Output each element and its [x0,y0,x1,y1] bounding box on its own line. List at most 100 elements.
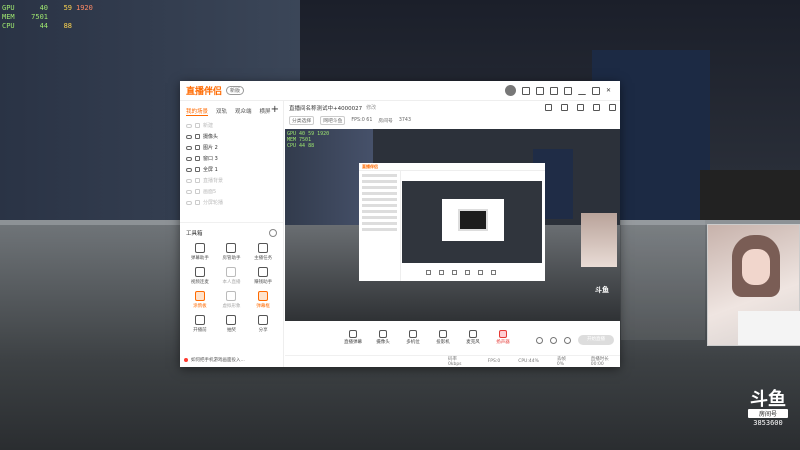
tool-item[interactable]: 开播前 [184,315,216,333]
tool-icon [194,315,205,325]
visibility-eye-icon[interactable] [186,145,192,150]
scene-name: 窗口 3 [203,156,218,162]
bottom-tool-icon [469,330,477,338]
help-notice[interactable]: 如何把手机游戏画面投入... [184,357,245,363]
toolbox-more-icon[interactable] [269,229,277,237]
tool-item[interactable]: 弹幕助手 [184,243,216,261]
tool-icon [258,243,269,253]
room-tag[interactable]: 网吧斗鱼 [320,115,346,125]
lock-icon[interactable] [195,200,200,205]
maximize-icon[interactable] [592,86,600,95]
room-info-item: 房间号 [378,118,393,124]
preview-douyu-logo: 斗鱼 [595,286,609,294]
room-tag[interactable]: 分类选择 [289,115,315,125]
settings-icon[interactable] [536,86,544,95]
background-building-far [700,170,800,220]
toolbox-grid: 弹幕助手 房管助手 主播任务视频连麦 本人直播 赚钱助手涂鸦板 虚拟形象 弹幕框开播前 抽奖 分… [180,241,283,335]
tool-item[interactable]: 涂鸦板 [184,291,216,309]
lock-icon[interactable] [545,104,552,111]
notification-icon[interactable] [593,104,600,111]
visibility-eye-icon[interactable] [186,178,192,183]
close-icon[interactable]: ✕ [606,87,614,95]
bottom-tool-button[interactable]: 摄像头 [373,330,393,345]
scene-item[interactable]: 摄像头 [180,131,283,142]
hardware-label: GPU [2,4,15,12]
lock-icon[interactable] [195,156,200,161]
bottom-toolbar: 直播弹幕 摄像头 多机位 投影机 麦克风 扬声器 开始直播 [285,323,620,345]
scene-item[interactable]: 直播背景 [180,175,283,186]
tool-label: 弹幕框 [256,304,270,309]
mic-toggle-icon[interactable] [550,336,557,344]
tool-item[interactable]: 分享 [247,315,279,333]
room-info-item: 3743 [398,117,412,123]
minimize-icon[interactable] [578,87,586,95]
mail-icon[interactable] [522,86,530,95]
tool-item[interactable]: 赚钱助手 [247,267,279,285]
settings-gear-icon[interactable] [564,336,571,344]
tool-item[interactable]: 主播任务 [247,243,279,261]
scene-item[interactable]: 全屏 1 [180,164,283,175]
hardware-value: 59 [63,4,72,12]
tool-label: 视频连麦 [190,280,209,285]
menu-icon[interactable] [564,86,572,95]
camera-toggle-icon[interactable] [536,336,543,344]
skin-icon[interactable] [550,86,558,95]
preview-camera-feed [581,213,617,267]
bottom-tool-button[interactable]: 直播弹幕 [343,330,363,345]
add-scene-icon[interactable]: + [271,104,279,115]
sidebar-tab[interactable]: 观众端 [235,107,252,116]
tool-label: 抽奖 [226,328,236,333]
sidebar-tab[interactable]: 横屏 [260,107,271,116]
share-icon[interactable] [609,104,616,111]
scene-item[interactable]: 新建 [180,120,283,131]
scene-item[interactable]: 窗口 3 [180,153,283,164]
tool-label: 分享 [258,328,268,333]
camera-person-face [742,249,770,285]
bottom-tool-button[interactable]: 扬声器 [493,330,513,345]
record-icon[interactable] [577,104,584,111]
lock-icon[interactable] [195,178,200,183]
main-content: 直播间名称测试中+4000027 修改 分类选择 网吧斗鱼 FPS:0 61 房间号 3… [285,101,620,367]
visibility-eye-icon[interactable] [186,156,192,161]
start-live-button[interactable]: 开始直播 [578,335,614,345]
bottom-tool-button[interactable]: 麦克风 [463,330,483,345]
sidebar-tab[interactable]: 双轨 [216,107,227,116]
tool-item[interactable]: 房管助手 [216,243,248,261]
lock-icon[interactable] [195,167,200,172]
tool-item[interactable]: 视频连麦 [184,267,216,285]
lock-icon[interactable] [195,134,200,139]
tool-item[interactable]: 抽奖 [216,315,248,333]
tool-item[interactable]: 本人直播 [216,267,248,285]
title-bar: 直播伴侣 新版 ✕ [180,81,620,101]
hardware-value: 88 [63,22,72,30]
lock-icon[interactable] [195,123,200,128]
visibility-eye-icon[interactable] [186,189,192,194]
stream-preview[interactable]: GPU 40 59 1920 MEM 7501 CPU 44 88 直播伴侣 斗鱼 [285,129,620,321]
bottom-tool-button[interactable]: 多机位 [403,330,423,345]
scene-list: 新建 摄像头 图片 2 窗口 3 全屏 1 直播背景 画面5 分屏轮播 [180,120,283,208]
bottom-tool-button[interactable]: 投影机 [433,330,453,345]
version-badge[interactable]: 新版 [226,86,245,95]
bottom-tool-icon [439,330,447,338]
visibility-eye-icon[interactable] [186,123,192,128]
tool-icon [226,267,237,277]
tool-icon [258,291,269,301]
hardware-monitor-overlay: GPU 40 59 1920 MEM 7501 CPU 44 88 [2,4,122,31]
visibility-eye-icon[interactable] [186,200,192,205]
nested-sidebar [359,171,401,281]
scene-item[interactable]: 画面5 [180,186,283,197]
screenshot-icon[interactable] [561,104,568,111]
tool-item[interactable]: 虚拟形象 [216,291,248,309]
lock-icon[interactable] [195,145,200,150]
visibility-eye-icon[interactable] [186,167,192,172]
scene-item[interactable]: 分屏轮播 [180,197,283,208]
tool-label: 房管助手 [222,256,241,261]
visibility-eye-icon[interactable] [186,134,192,139]
scene-item[interactable]: 图片 2 [180,142,283,153]
tool-item[interactable]: 弹幕框 [247,291,279,309]
camera-overlay-strip [621,220,705,340]
sidebar-tab[interactable]: 我的场景 [186,107,209,116]
lock-icon[interactable] [195,189,200,194]
user-avatar[interactable] [505,85,516,96]
edit-room-title-link[interactable]: 修改 [366,104,376,111]
